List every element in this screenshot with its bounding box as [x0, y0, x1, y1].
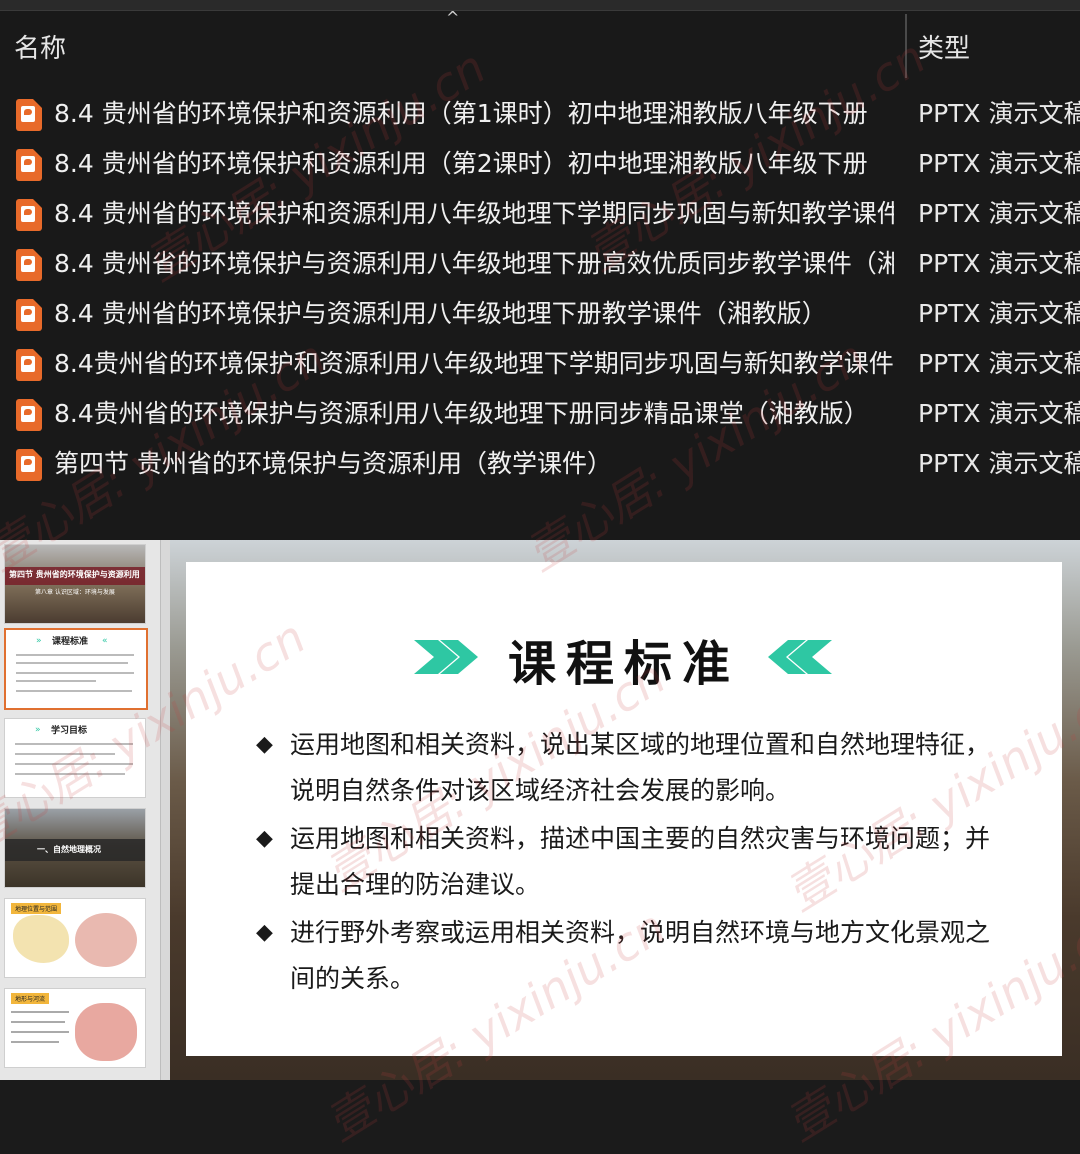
- text-line: [15, 773, 125, 775]
- slide-thumbnail-6[interactable]: 地形与河流: [4, 988, 146, 1068]
- file-row[interactable]: 8.4 贵州省的环境保护和资源利用八年级地理下学期同步巩固与新知教学课件（湘教.…: [0, 192, 1080, 238]
- slide-thumbnail-panel[interactable]: 第四节 贵州省的环境保护与资源利用 第八章 认识区域：环境与发展 » 课程标准 …: [0, 540, 161, 1080]
- file-explorer: ^ 名称 类型 8.4 贵州省的环境保护和资源利用（第1课时）初中地理湘教版八年…: [0, 0, 1080, 540]
- file-name: 8.4 贵州省的环境保护和资源利用（第2课时）初中地理湘教版八年级下册: [54, 149, 868, 178]
- presentation-view: 第四节 贵州省的环境保护与资源利用 第八章 认识区域：环境与发展 » 课程标准 …: [0, 540, 1080, 1080]
- file-name: 8.4贵州省的环境保护和资源利用八年级地理下学期同步巩固与新知教学课件（湘教..…: [54, 349, 894, 378]
- file-type: PPTX 演示文稿: [918, 449, 1080, 478]
- file-row[interactable]: 8.4贵州省的环境保护和资源利用八年级地理下学期同步巩固与新知教学课件（湘教..…: [0, 342, 1080, 388]
- file-type: PPTX 演示文稿: [918, 249, 1080, 278]
- file-type: PPTX 演示文稿: [918, 199, 1080, 228]
- pptx-file-icon: [16, 149, 42, 181]
- chevron-right-icon: »: [36, 636, 42, 646]
- diamond-bullet-icon: ◆: [256, 920, 273, 945]
- text-line: [16, 672, 134, 674]
- file-name: 8.4 贵州省的环境保护和资源利用八年级地理下学期同步巩固与新知教学课件（湘教.…: [54, 199, 894, 228]
- chevron-left-icon: «: [102, 636, 108, 646]
- text-line: [15, 743, 133, 745]
- file-type: PPTX 演示文稿: [918, 99, 1080, 128]
- thumbnail-subtitle: 第八章 认识区域：环境与发展: [35, 589, 115, 596]
- text-line: [16, 680, 96, 682]
- pptx-file-icon: [16, 449, 42, 481]
- chevron-right-icon: »: [35, 725, 41, 735]
- thumbnail-label: 地形与河流: [11, 993, 50, 1004]
- top-scroll-edge: [0, 0, 1080, 11]
- bullet-text: 运用地图和相关资料，说出某区域的地理位置和自然地理特征，说明自然条件对该区域经济…: [290, 730, 991, 805]
- bullet-text: 运用地图和相关资料，描述中国主要的自然灾害与环境问题；并提出合理的防治建议。: [290, 824, 991, 899]
- pptx-file-icon: [16, 249, 42, 281]
- text-line: [16, 654, 134, 656]
- diamond-bullet-icon: ◆: [256, 826, 273, 851]
- thumbnail-title: 第四节 贵州省的环境保护与资源利用: [9, 570, 140, 579]
- text-line: [11, 1011, 69, 1013]
- file-name: 第四节 贵州省的环境保护与资源利用（教学课件）: [54, 449, 612, 478]
- pptx-file-icon: [16, 99, 42, 131]
- thumbnail-title: 一、自然地理概况: [37, 845, 101, 854]
- column-resize-handle[interactable]: [905, 14, 907, 78]
- pptx-file-icon: [16, 299, 42, 331]
- slide-thumbnail-4[interactable]: 一、自然地理概况: [4, 808, 146, 888]
- pptx-file-icon: [16, 349, 42, 381]
- sort-ascending-icon[interactable]: ^: [446, 10, 459, 26]
- file-row[interactable]: 8.4 贵州省的环境保护与资源利用八年级地理下册教学课件（湘教版） PPTX 演…: [0, 292, 1080, 338]
- text-line: [15, 753, 115, 755]
- slide-thumbnail-5[interactable]: 地理位置与范围: [4, 898, 146, 978]
- text-line: [11, 1021, 65, 1023]
- pptx-file-icon: [16, 399, 42, 431]
- current-slide[interactable]: 课程标准 ◆ 运用地图和相关资料，说出某区域的地理位置和自然地理特征，说明自然条…: [186, 562, 1062, 1056]
- file-name: 8.4 贵州省的环境保护和资源利用（第1课时）初中地理湘教版八年级下册: [54, 99, 868, 128]
- file-row[interactable]: 8.4 贵州省的环境保护和资源利用（第1课时）初中地理湘教版八年级下册 PPTX…: [0, 92, 1080, 138]
- file-type: PPTX 演示文稿: [918, 149, 1080, 178]
- bullet-list: ◆ 运用地图和相关资料，说出某区域的地理位置和自然地理特征，说明自然条件对该区域…: [256, 722, 996, 1004]
- column-header-name[interactable]: 名称: [14, 28, 66, 65]
- file-row[interactable]: 8.4 贵州省的环境保护与资源利用八年级地理下册高效优质同步教学课件（湘教版） …: [0, 242, 1080, 288]
- thumbnail-title: 学习目标: [51, 726, 88, 736]
- double-arrow-left-icon: [768, 640, 832, 674]
- file-row[interactable]: 8.4 贵州省的环境保护和资源利用（第2课时）初中地理湘教版八年级下册 PPTX…: [0, 142, 1080, 188]
- thumbnail-label: 地理位置与范围: [11, 903, 62, 914]
- region-map-image: [75, 913, 137, 967]
- file-name: 8.4 贵州省的环境保护与资源利用八年级地理下册教学课件（湘教版）: [54, 299, 827, 328]
- china-map-image: [13, 915, 69, 963]
- text-line: [16, 662, 128, 664]
- bullet-item: ◆ 运用地图和相关资料，描述中国主要的自然灾害与环境问题；并提出合理的防治建议。: [256, 816, 996, 908]
- text-line: [11, 1031, 69, 1033]
- bullet-item: ◆ 运用地图和相关资料，说出某区域的地理位置和自然地理特征，说明自然条件对该区域…: [256, 722, 996, 814]
- file-name: 8.4贵州省的环境保护与资源利用八年级地理下册同步精品课堂（湘教版）: [54, 399, 869, 428]
- file-type: PPTX 演示文稿: [918, 349, 1080, 378]
- file-name: 8.4 贵州省的环境保护与资源利用八年级地理下册高效优质同步教学课件（湘教版）: [54, 249, 894, 278]
- file-type: PPTX 演示文稿: [918, 399, 1080, 428]
- slide-thumbnail-2[interactable]: » 课程标准 «: [4, 628, 148, 710]
- file-type: PPTX 演示文稿: [918, 299, 1080, 328]
- terrain-map-image: [75, 1003, 137, 1061]
- text-line: [11, 1041, 59, 1043]
- slide-thumbnail-1[interactable]: 第四节 贵州省的环境保护与资源利用 第八章 认识区域：环境与发展: [4, 544, 146, 624]
- thumbnail-title: 课程标准: [52, 637, 89, 647]
- file-row[interactable]: 8.4贵州省的环境保护与资源利用八年级地理下册同步精品课堂（湘教版） PPTX …: [0, 392, 1080, 438]
- slide-title: 课程标准: [507, 636, 740, 692]
- bullet-item: ◆ 进行野外考察或运用相关资料，说明自然环境与地方文化景观之间的关系。: [256, 910, 996, 1002]
- column-header-type[interactable]: 类型: [918, 28, 970, 65]
- slide-thumbnail-3[interactable]: » 学习目标: [4, 718, 146, 798]
- pptx-file-icon: [16, 199, 42, 231]
- diamond-bullet-icon: ◆: [256, 732, 273, 757]
- text-line: [15, 763, 133, 765]
- bullet-text: 进行野外考察或运用相关资料，说明自然环境与地方文化景观之间的关系。: [290, 918, 991, 993]
- file-row[interactable]: 第四节 贵州省的环境保护与资源利用（教学课件） PPTX 演示文稿: [0, 442, 1080, 488]
- text-line: [16, 690, 132, 692]
